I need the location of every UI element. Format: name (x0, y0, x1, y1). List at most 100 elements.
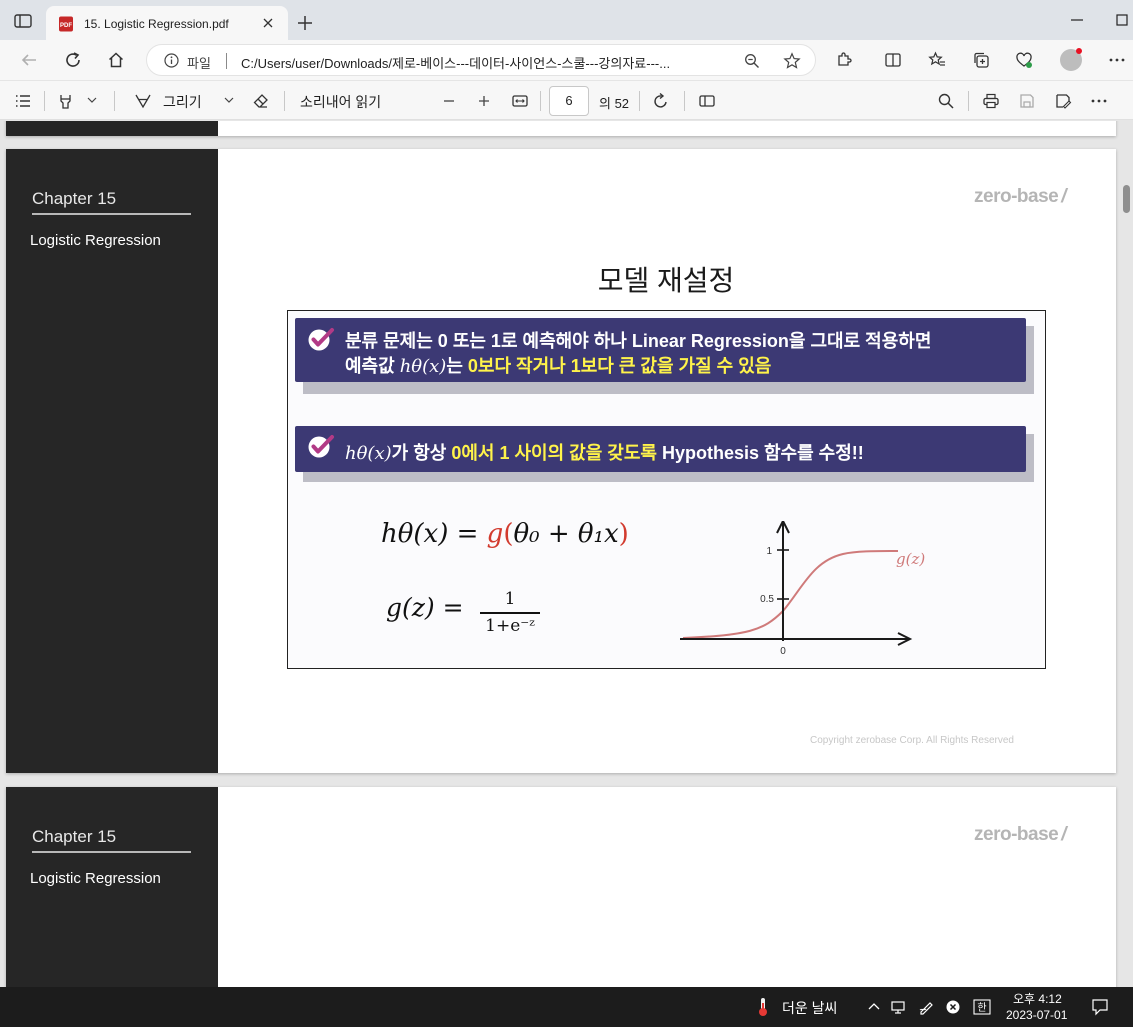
banner-1-line-2: 예측값 hθ(x)는 0보다 작거나 1보다 큰 값을 가질 수 있음 (345, 356, 772, 377)
page-total: 의 52 (599, 96, 630, 111)
pdf-icon: PDF (58, 16, 74, 32)
save-icon[interactable] (1018, 92, 1036, 110)
page-sidebar: Chapter 15 Logistic Regression (6, 149, 218, 773)
notifications-icon[interactable] (1091, 998, 1109, 1016)
rotate-icon[interactable] (652, 92, 670, 110)
tab-active[interactable]: PDF 15. Logistic Regression.pdf (46, 6, 288, 40)
more-options-icon[interactable] (1090, 92, 1108, 110)
page-sidebar (6, 121, 218, 136)
eraser-icon[interactable] (252, 92, 270, 110)
pen-icon[interactable] (918, 999, 934, 1015)
navigation-bar: 파일 C:/Users/user/Downloads/제로-베이스---데이터-… (0, 40, 1133, 80)
favorites-icon[interactable] (928, 51, 946, 69)
read-aloud-button[interactable]: 소리내어 읽기 (300, 92, 381, 112)
svg-text:PDF: PDF (60, 23, 72, 29)
draw-label[interactable]: 그리기 (163, 92, 202, 112)
chevron-up-icon[interactable] (866, 999, 882, 1015)
notification-dot (1076, 48, 1082, 54)
search-icon[interactable] (937, 92, 955, 110)
sigmoid-equation: g(z) = (386, 593, 464, 622)
refresh-icon[interactable] (64, 51, 82, 69)
chapter-label: Chapter 15 (32, 189, 117, 208)
chapter-label: Chapter 15 (32, 827, 117, 846)
pdf-viewer[interactable]: Chapter 15 Logistic Regression zero-base… (0, 121, 1133, 987)
pdf-page-previous (6, 121, 1116, 136)
home-icon[interactable] (107, 51, 125, 69)
scrollbar-thumb[interactable] (1123, 185, 1130, 213)
svg-text:한: 한 (977, 1002, 986, 1014)
address-divider (226, 53, 227, 69)
weather-text[interactable]: 더운 날씨 (782, 998, 837, 1018)
file-scheme-label: 파일 (187, 56, 211, 71)
sigmoid-plot: 1 0.5 0 g(z) (678, 521, 948, 661)
hypothesis-equation: hθ(x) = g(θ₀ + θ₁x) (381, 519, 629, 549)
zoom-icon[interactable] (744, 53, 760, 69)
toolbar-divider (284, 91, 285, 111)
zoom-out-icon[interactable] (440, 92, 458, 110)
banner-1-line-1: 분류 문제는 0 또는 1로 예측해야 하나 Linear Regression… (345, 331, 932, 351)
sigmoid-fraction: 1 1+e⁻ᶻ (478, 589, 542, 636)
page-sidebar: Chapter 15 Logistic Regression (6, 787, 218, 987)
chevron-down-icon[interactable] (86, 94, 98, 106)
checkmark-icon (307, 327, 335, 353)
chevron-down-icon[interactable] (223, 94, 235, 106)
zoom-in-icon[interactable] (475, 92, 493, 110)
toolbar-divider (44, 91, 45, 111)
copyright-text: Copyright zerobase Corp. All Rights Rese… (810, 735, 1014, 746)
tab-actions-icon[interactable] (14, 14, 32, 28)
tab-title: 15. Logistic Regression.pdf (84, 17, 229, 31)
subject-label: Logistic Regression (30, 870, 161, 887)
address-bar[interactable]: 파일 C:/Users/user/Downloads/제로-베이스---데이터-… (146, 44, 816, 76)
tab-bar: PDF 15. Logistic Regression.pdf (0, 0, 1133, 40)
page-view-icon[interactable] (698, 92, 716, 110)
collections-icon[interactable] (972, 51, 990, 69)
banner-1: 분류 문제는 0 또는 1로 예측해야 하나 Linear Regression… (295, 318, 1026, 382)
save-as-icon[interactable] (1054, 92, 1072, 110)
y-tick-half: 0.5 (760, 594, 774, 605)
brand-logo: zero-base / (974, 186, 1066, 207)
info-icon[interactable] (164, 53, 179, 68)
banner-2-text: hθ(x)가 항상 0에서 1 사이의 값을 갖도록 Hypothesis 함수… (345, 443, 864, 464)
chapter-divider (32, 851, 191, 853)
pdf-page: Chapter 15 Logistic Regression zero-base… (6, 149, 1116, 773)
clock-date[interactable]: 2023-07-01 (1006, 1008, 1067, 1022)
toolbar-divider (540, 91, 541, 111)
ime-indicator[interactable]: 한 (973, 999, 991, 1015)
toolbar-divider (114, 91, 115, 111)
close-tab-icon[interactable] (262, 17, 274, 29)
slide-figure: 분류 문제는 0 또는 1로 예측해야 하나 Linear Regression… (287, 310, 1046, 669)
toolbar-divider (639, 91, 640, 111)
y-tick-1: 1 (766, 546, 772, 557)
maximize-icon[interactable] (1114, 12, 1130, 28)
draw-pen-icon[interactable] (134, 92, 152, 110)
toolbar-divider (968, 91, 969, 111)
page-number-input[interactable]: 6 (549, 86, 589, 116)
checkmark-icon (307, 434, 335, 460)
fit-to-page-icon[interactable] (511, 92, 529, 110)
curve-label: g(z) (896, 550, 925, 568)
x-tick-zero: 0 (780, 646, 786, 657)
favorite-star-icon[interactable] (783, 52, 801, 70)
more-menu-icon[interactable] (1108, 51, 1126, 69)
new-tab-icon[interactable] (297, 15, 313, 31)
toolbar-divider (684, 91, 685, 111)
mute-icon[interactable] (945, 999, 961, 1015)
clock-time[interactable]: 오후 4:12 (1013, 990, 1062, 1007)
subject-label: Logistic Regression (30, 232, 161, 249)
split-screen-icon[interactable] (884, 51, 902, 69)
browser-essentials-icon[interactable] (1015, 51, 1033, 69)
pdf-toolbar: 그리기 소리내어 읽기 6 의 52 (0, 80, 1133, 120)
print-icon[interactable] (982, 92, 1000, 110)
minimize-icon[interactable] (1069, 12, 1085, 28)
extensions-icon[interactable] (835, 51, 853, 69)
contents-icon[interactable] (14, 92, 32, 110)
thermometer-icon[interactable] (754, 997, 772, 1017)
network-icon[interactable] (890, 999, 906, 1015)
chapter-divider (32, 213, 191, 215)
slide-title: 모델 재설정 (597, 265, 735, 296)
highlight-icon[interactable] (57, 92, 75, 110)
taskbar: 더운 날씨 한 오후 4:12 2023-07-01 (0, 987, 1133, 1027)
url-text[interactable]: C:/Users/user/Downloads/제로-베이스---데이터-사이언… (241, 53, 741, 72)
back-icon[interactable] (20, 51, 38, 69)
banner-2: hθ(x)가 항상 0에서 1 사이의 값을 갖도록 Hypothesis 함수… (295, 426, 1026, 472)
